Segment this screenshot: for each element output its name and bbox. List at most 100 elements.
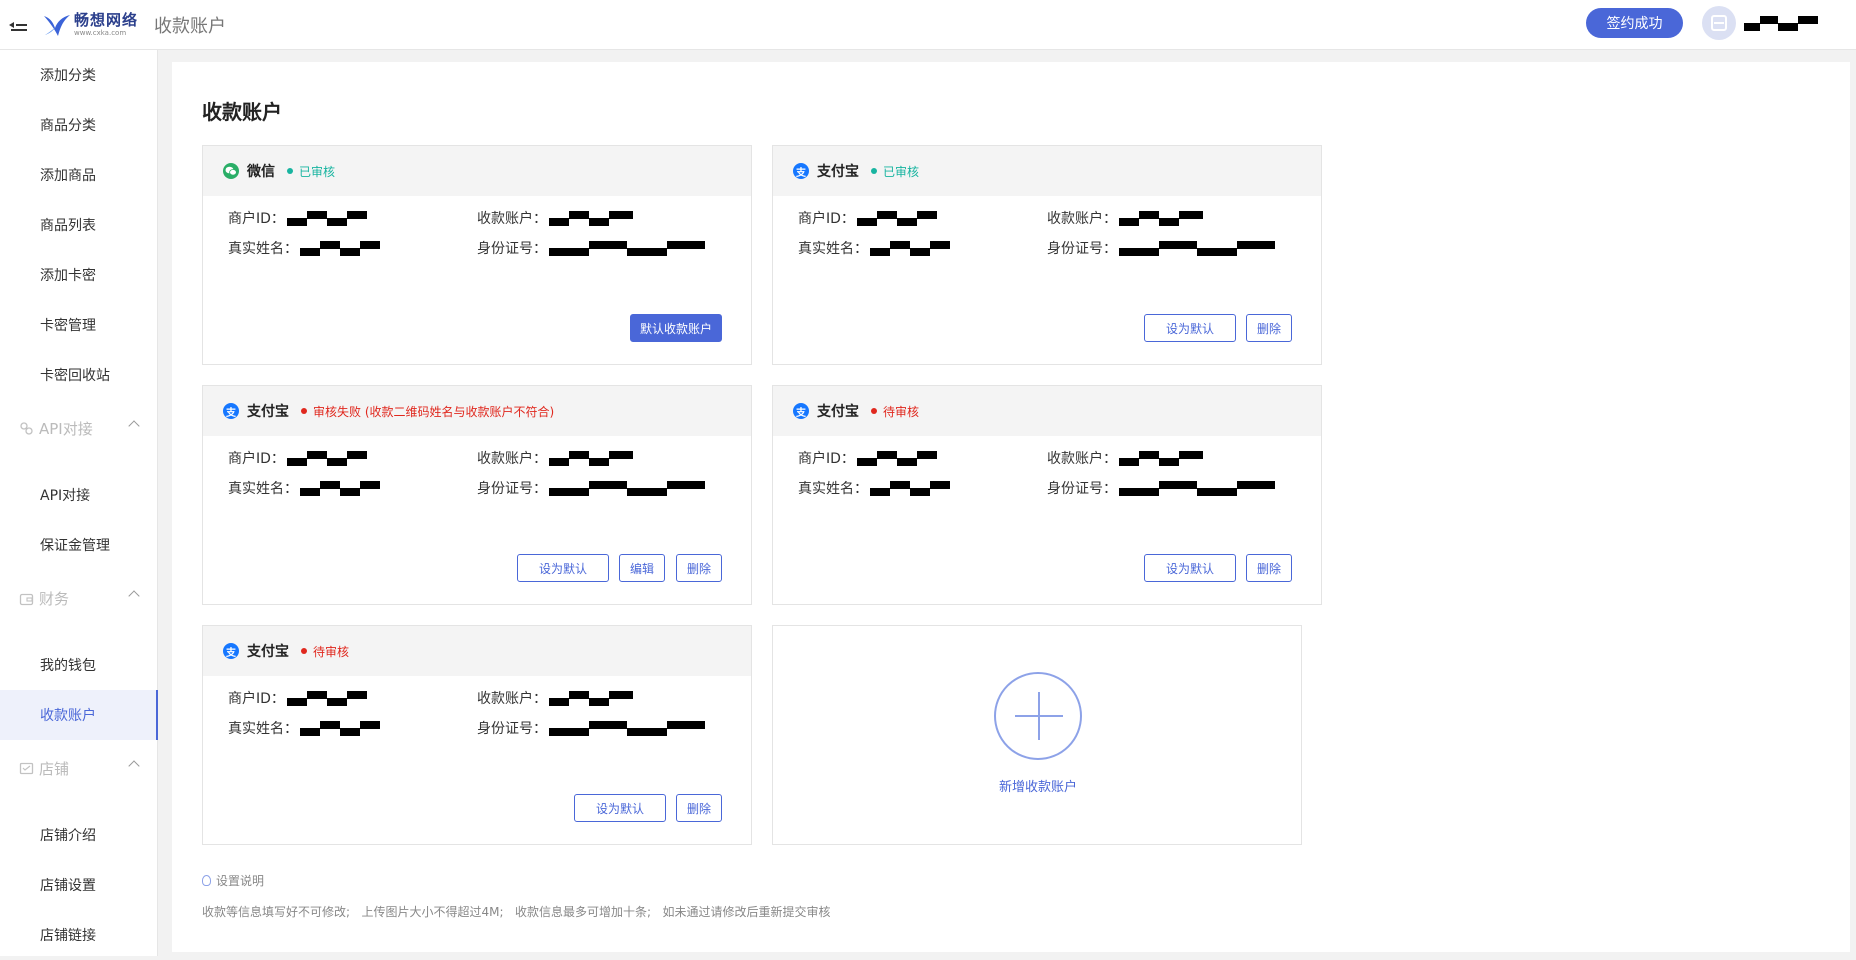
note-title-text: 设置说明 [216, 874, 265, 888]
field-label: 真实姓名： [228, 481, 298, 497]
plus-circle-icon [994, 672, 1082, 760]
redacted-value [870, 479, 950, 497]
alipay-icon: 支 [793, 163, 809, 179]
sidebar-item-product-list[interactable]: 商品列表 [0, 200, 158, 250]
account-card: 支 支付宝 已审核 商户ID： 收款账户： 真实姓名： 身份证号： 设为默认 删… [772, 145, 1322, 365]
avatar[interactable] [1702, 6, 1736, 40]
sidebar-item-product-category[interactable]: 商品分类 [0, 100, 158, 150]
sign-status-button[interactable]: 签约成功 [1586, 8, 1683, 38]
delete-button[interactable]: 删除 [676, 554, 722, 582]
set-default-button[interactable]: 设为默认 [1144, 554, 1236, 582]
card-header: 支 支付宝 已审核 [773, 146, 1321, 196]
alipay-icon: 支 [223, 643, 239, 659]
field-label: 收款账户： [477, 691, 547, 707]
account-field: 收款账户： [477, 208, 633, 228]
chevron-up-icon [128, 420, 140, 432]
wechat-icon [223, 163, 239, 179]
redacted-value [1119, 239, 1275, 257]
card-header: 支 支付宝 待审核 [203, 626, 751, 676]
field-label: 真实姓名： [228, 241, 298, 257]
redacted-value [549, 209, 633, 227]
sidebar-item-card-key-recycle[interactable]: 卡密回收站 [0, 350, 158, 400]
redacted-value [1119, 479, 1275, 497]
delete-button[interactable]: 删除 [1246, 314, 1292, 342]
set-default-button[interactable]: 设为默认 [517, 554, 609, 582]
card-header: 微信 已审核 [203, 146, 751, 196]
brand-name: 支付宝 [247, 644, 289, 660]
brand-name: 微信 [247, 164, 275, 180]
merchant-id-field: 商户ID： [228, 208, 367, 228]
chevron-up-icon [128, 760, 140, 772]
alipay-icon: 支 [793, 403, 809, 419]
real-name-field: 真实姓名： [798, 238, 950, 258]
field-label: 真实姓名： [228, 721, 298, 737]
logo[interactable]: 畅想网络 www.cxka.com [42, 12, 138, 38]
account-card: 微信 已审核 商户ID： 收款账户： 真实姓名： 身份证号： 默认收款账户 [202, 145, 752, 365]
account-field: 收款账户： [1047, 208, 1203, 228]
redacted-value [870, 239, 950, 257]
redacted-value [549, 239, 705, 257]
field-label: 身份证号： [477, 241, 547, 257]
brand-name: 支付宝 [817, 164, 859, 180]
redacted-value [549, 479, 705, 497]
field-label: 商户ID： [228, 211, 285, 227]
field-label: 收款账户： [477, 451, 547, 467]
status-badge: 审核失败 (收款二维码姓名与收款账户不符合) [301, 403, 554, 420]
top-header: 畅想网络 www.cxka.com 收款账户 签约成功 [0, 0, 1856, 50]
sidebar-group-label: 店铺 [39, 759, 70, 778]
account-field: 收款账户： [1047, 448, 1203, 468]
set-default-button[interactable]: 设为默认 [574, 794, 666, 822]
delete-button[interactable]: 删除 [1246, 554, 1292, 582]
sidebar-group-api[interactable]: API对接 [0, 403, 158, 453]
field-label: 商户ID： [228, 451, 285, 467]
sidebar-item-shop-settings[interactable]: 店铺设置 [0, 860, 158, 910]
redacted-value [300, 479, 380, 497]
sidebar-item-card-key-manage[interactable]: 卡密管理 [0, 300, 158, 350]
default-account-button[interactable]: 默认收款账户 [630, 314, 722, 342]
wallet-icon [18, 590, 35, 607]
redacted-value [1119, 449, 1203, 467]
card-header: 支 支付宝 待审核 [773, 386, 1321, 436]
redacted-value [1119, 209, 1203, 227]
merchant-id-field: 商户ID： [798, 208, 937, 228]
edit-button[interactable]: 编辑 [619, 554, 665, 582]
sidebar-item-payment-account[interactable]: 收款账户 [0, 690, 158, 740]
card-header: 支 支付宝 审核失败 (收款二维码姓名与收款账户不符合) [203, 386, 751, 436]
redacted-value [286, 209, 367, 227]
page-title: 收款账户 [202, 100, 282, 124]
sidebar-item-shop-intro[interactable]: 店铺介绍 [0, 810, 158, 860]
sidebar-group-finance[interactable]: 财务 [0, 573, 158, 623]
real-name-field: 真实姓名： [798, 478, 950, 498]
sidebar-group-shop[interactable]: 店铺 [0, 743, 158, 793]
sidebar-item-deposit[interactable]: 保证金管理 [0, 520, 158, 570]
field-label: 身份证号： [477, 481, 547, 497]
delete-button[interactable]: 删除 [676, 794, 722, 822]
field-label: 商户ID： [228, 691, 285, 707]
add-account-label: 新增收款账户 [998, 780, 1077, 795]
sidebar-item-shop-link[interactable]: 店铺链接 [0, 910, 158, 960]
sidebar-item-add-category[interactable]: 添加分类 [0, 50, 158, 100]
add-account-card[interactable]: 新增收款账户 [772, 625, 1302, 845]
sidebar-item-my-wallet[interactable]: 我的钱包 [0, 640, 158, 690]
account-card: 支 支付宝 待审核 商户ID： 收款账户： 真实姓名： 身份证号： 设为默认 删… [772, 385, 1322, 605]
sidebar-item-add-product[interactable]: 添加商品 [0, 150, 158, 200]
merchant-id-field: 商户ID： [798, 448, 937, 468]
redacted-value [856, 209, 937, 227]
status-badge: 已审核 [287, 163, 335, 180]
sidebar-item-api[interactable]: API对接 [0, 470, 158, 520]
id-number-field: 身份证号： [477, 478, 705, 498]
set-default-button[interactable]: 设为默认 [1144, 314, 1236, 342]
field-label: 身份证号： [1047, 241, 1117, 257]
merchant-id-field: 商户ID： [228, 448, 367, 468]
redacted-value [549, 449, 633, 467]
username-redacted[interactable] [1742, 14, 1822, 32]
menu-toggle-icon[interactable] [8, 17, 28, 33]
redacted-value [286, 449, 367, 467]
sidebar-item-add-card-key[interactable]: 添加卡密 [0, 250, 158, 300]
field-label: 商户ID： [798, 211, 855, 227]
field-label: 身份证号： [477, 721, 547, 737]
redacted-value [549, 719, 705, 737]
field-label: 真实姓名： [798, 241, 868, 257]
alipay-icon: 支 [223, 403, 239, 419]
id-number-field: 身份证号： [1047, 478, 1275, 498]
